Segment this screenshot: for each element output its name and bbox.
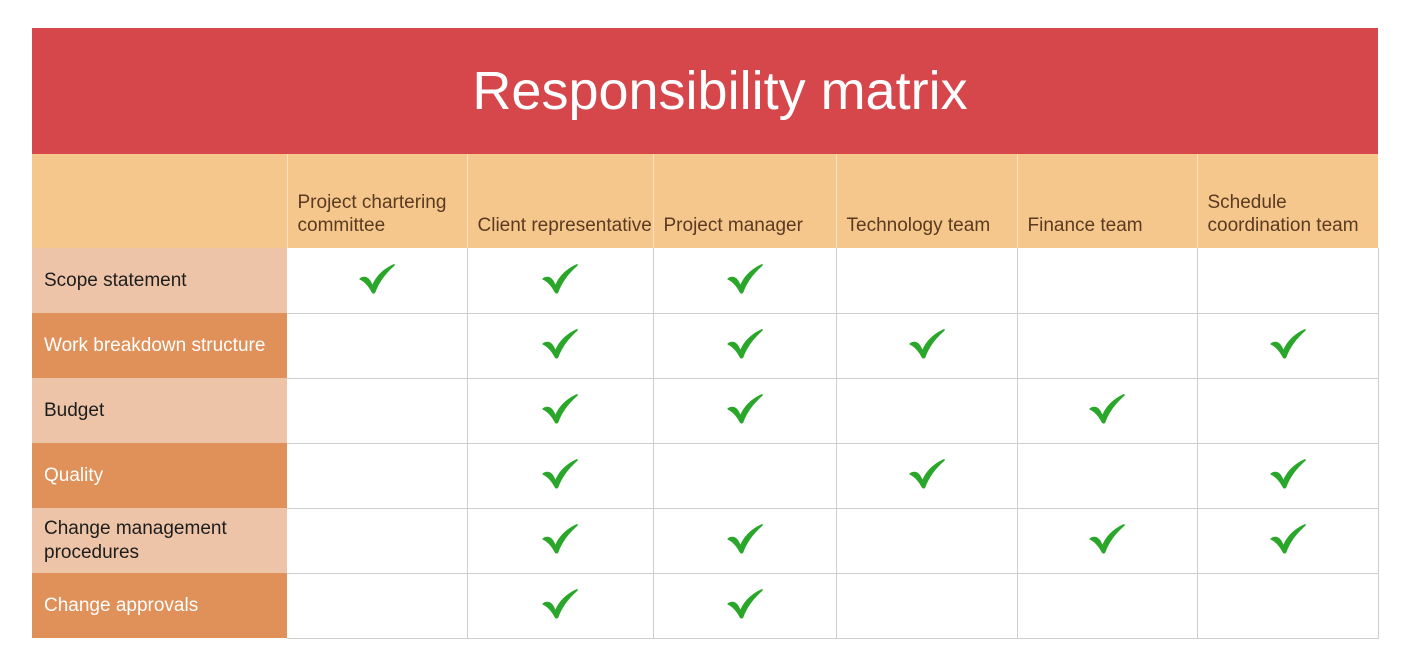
row-label: Work breakdown structure <box>32 313 287 378</box>
page-title: Responsibility matrix <box>472 61 968 121</box>
check-icon <box>1266 453 1310 493</box>
column-header-project-chartering-committee: Project chartering committee <box>287 154 468 248</box>
matrix-cell-checked[interactable] <box>836 443 1018 509</box>
matrix-cell-checked[interactable] <box>467 313 654 379</box>
column-header-project-manager: Project manager <box>653 154 837 248</box>
table-body: Scope statement Work breakdown structure B… <box>32 248 1379 639</box>
matrix-cell-checked[interactable] <box>467 378 654 444</box>
responsibility-matrix-page: Responsibility matrix Project chartering… <box>0 0 1410 670</box>
header-corner-cell <box>32 154 288 248</box>
column-header-schedule-coordination-team: Schedule coordination team <box>1197 154 1378 248</box>
matrix-cell-empty[interactable] <box>836 573 1018 639</box>
check-icon <box>538 518 582 558</box>
check-icon <box>723 518 767 558</box>
check-icon <box>1266 518 1310 558</box>
matrix-cell-checked[interactable] <box>467 508 654 574</box>
check-icon <box>538 388 582 428</box>
row-label: Change approvals <box>32 573 287 638</box>
matrix-cell-empty[interactable] <box>1017 443 1198 509</box>
check-icon <box>538 453 582 493</box>
matrix-cell-checked[interactable] <box>1197 443 1379 509</box>
matrix-cell-checked[interactable] <box>653 248 837 314</box>
matrix-cell-checked[interactable] <box>1197 313 1379 379</box>
row-label: Quality <box>32 443 287 508</box>
check-icon <box>538 258 582 298</box>
matrix-cell-empty[interactable] <box>653 443 837 509</box>
check-icon <box>905 323 949 363</box>
check-icon <box>1266 323 1310 363</box>
matrix-cell-empty[interactable] <box>287 573 468 639</box>
column-header-technology-team: Technology team <box>836 154 1018 248</box>
row-label: Budget <box>32 378 287 443</box>
matrix-cell-checked[interactable] <box>287 248 468 314</box>
table-row: Quality <box>32 443 1379 509</box>
matrix-cell-empty[interactable] <box>287 508 468 574</box>
matrix-cell-empty[interactable] <box>1017 313 1198 379</box>
matrix-cell-empty[interactable] <box>836 508 1018 574</box>
check-icon <box>1085 518 1129 558</box>
table-row: Work breakdown structure <box>32 313 1379 379</box>
matrix-cell-empty[interactable] <box>287 313 468 379</box>
matrix-cell-empty[interactable] <box>1197 248 1379 314</box>
check-icon <box>1085 388 1129 428</box>
table-row: Budget <box>32 378 1379 444</box>
matrix-cell-checked[interactable] <box>467 248 654 314</box>
check-icon <box>723 583 767 623</box>
check-icon <box>723 258 767 298</box>
check-icon <box>538 583 582 623</box>
table-header: Project chartering committee Client repr… <box>32 154 1378 248</box>
matrix-table: Project chartering committee Client repr… <box>32 154 1379 639</box>
check-icon <box>355 258 399 298</box>
matrix-cell-checked[interactable] <box>653 313 837 379</box>
matrix-cell-empty[interactable] <box>287 443 468 509</box>
table-row: Scope statement <box>32 248 1379 314</box>
table-row: Change management procedures <box>32 508 1379 574</box>
check-icon <box>723 323 767 363</box>
column-header-client-representative: Client representative <box>467 154 654 248</box>
row-label: Change management procedures <box>32 508 287 573</box>
column-header-finance-team: Finance team <box>1017 154 1198 248</box>
matrix-cell-checked[interactable] <box>1017 378 1198 444</box>
matrix-cell-checked[interactable] <box>836 313 1018 379</box>
check-icon <box>538 323 582 363</box>
matrix-cell-empty[interactable] <box>836 248 1018 314</box>
matrix-cell-empty[interactable] <box>1017 248 1198 314</box>
matrix-cell-checked[interactable] <box>467 443 654 509</box>
matrix-cell-empty[interactable] <box>287 378 468 444</box>
matrix-cell-checked[interactable] <box>1197 508 1379 574</box>
matrix-cell-empty[interactable] <box>1197 573 1379 639</box>
check-icon <box>723 388 767 428</box>
matrix-cell-empty[interactable] <box>836 378 1018 444</box>
matrix-cell-checked[interactable] <box>467 573 654 639</box>
check-icon <box>905 453 949 493</box>
matrix-cell-checked[interactable] <box>1017 508 1198 574</box>
table-row: Change approvals <box>32 573 1379 639</box>
title-banner: Responsibility matrix <box>32 28 1378 154</box>
header-row: Project chartering committee Client repr… <box>32 154 1378 248</box>
responsibility-matrix: Responsibility matrix Project chartering… <box>32 28 1379 641</box>
matrix-cell-checked[interactable] <box>653 378 837 444</box>
row-label: Scope statement <box>32 248 287 313</box>
matrix-cell-empty[interactable] <box>1017 573 1198 639</box>
matrix-cell-checked[interactable] <box>653 508 837 574</box>
matrix-cell-checked[interactable] <box>653 573 837 639</box>
matrix-cell-empty[interactable] <box>1197 378 1379 444</box>
